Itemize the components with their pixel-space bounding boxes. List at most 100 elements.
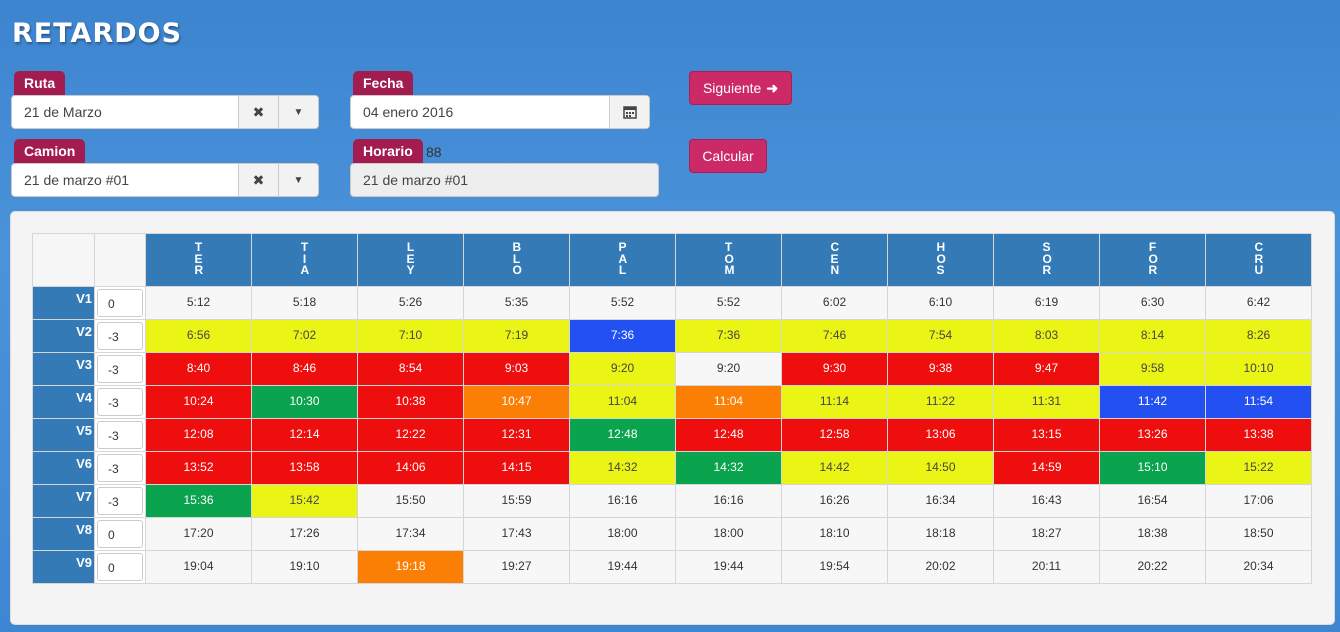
clear-icon[interactable]: ✖: [238, 164, 278, 196]
stop-header-label: CEN: [830, 240, 840, 277]
time-cell: 7:19: [463, 319, 570, 353]
trip-label: V3: [32, 352, 95, 386]
trip-label: V2: [32, 319, 95, 353]
camion-label: Camion: [14, 139, 86, 165]
time-cell: 19:27: [463, 550, 570, 584]
time-cell: 16:54: [1099, 484, 1206, 518]
trip-label: V4: [32, 385, 95, 419]
time-cell: 9:30: [781, 352, 888, 386]
time-cell: 17:06: [1205, 484, 1312, 518]
time-cell: 18:00: [569, 517, 676, 551]
time-cell: 17:34: [357, 517, 464, 551]
calcular-button[interactable]: Calcular: [689, 139, 767, 173]
time-cell: 5:52: [569, 286, 676, 320]
offset-input[interactable]: 0: [97, 289, 143, 317]
time-cell: 18:18: [887, 517, 994, 551]
offset-cell: -3: [94, 352, 146, 386]
stop-header: TOM: [675, 233, 782, 287]
time-cell: 12:14: [251, 418, 358, 452]
schedule-table: TER TIA LEY BLO PAL TOM CEN HOS SOR FOR CRU V1 0 5:1…: [32, 233, 1312, 584]
time-cell: 10:30: [251, 385, 358, 419]
siguiente-button[interactable]: Siguiente ➜: [689, 71, 792, 105]
time-cell: 13:58: [251, 451, 358, 485]
time-cell: 11:31: [993, 385, 1100, 419]
time-cell: 18:10: [781, 517, 888, 551]
offset-cell: 0: [94, 550, 146, 584]
horario-count: 88: [426, 144, 442, 160]
time-cell: 8:54: [357, 352, 464, 386]
stop-header-label: CRU: [1254, 240, 1264, 277]
ruta-select[interactable]: 21 de Marzo ✖ ▼: [11, 95, 319, 129]
offset-input[interactable]: -3: [97, 454, 143, 482]
table-row: V8 0 17:20 17:26 17:34 17:43 18:00 18:00 18:10 18…: [32, 517, 1312, 551]
time-cell: 14:06: [357, 451, 464, 485]
time-cell: 9:03: [463, 352, 570, 386]
time-cell: 16:43: [993, 484, 1100, 518]
offset-input[interactable]: 0: [97, 520, 143, 548]
offset-input[interactable]: -3: [97, 355, 143, 383]
time-cell: 10:10: [1205, 352, 1312, 386]
time-cell: 13:06: [887, 418, 994, 452]
trip-label: V1: [32, 286, 95, 320]
time-cell: 14:50: [887, 451, 994, 485]
time-cell: 5:52: [675, 286, 782, 320]
time-cell: 15:10: [1099, 451, 1206, 485]
stop-header: BLO: [463, 233, 570, 287]
camion-value: 21 de marzo #01: [24, 172, 130, 188]
fecha-input[interactable]: 04 enero 2016: [350, 95, 650, 129]
trip-label: V6: [32, 451, 95, 485]
time-cell: 20:11: [993, 550, 1100, 584]
time-cell: 16:34: [887, 484, 994, 518]
time-cell: 11:42: [1099, 385, 1206, 419]
time-cell: 15:36: [145, 484, 252, 518]
header-offset: [94, 233, 146, 287]
time-cell: 10:24: [145, 385, 252, 419]
clear-icon[interactable]: ✖: [238, 96, 278, 128]
time-cell: 20:22: [1099, 550, 1206, 584]
time-cell: 13:38: [1205, 418, 1312, 452]
stop-header: TIA: [251, 233, 358, 287]
table-row: V3 -3 8:40 8:46 8:54 9:03 9:20 9:20 9:30 9:38 9:47…: [32, 352, 1312, 386]
header-corner: [32, 233, 95, 287]
time-cell: 9:20: [569, 352, 676, 386]
time-cell: 7:36: [675, 319, 782, 353]
time-cell: 15:42: [251, 484, 358, 518]
time-cell: 13:15: [993, 418, 1100, 452]
time-cell: 9:58: [1099, 352, 1206, 386]
offset-cell: -3: [94, 385, 146, 419]
camion-select[interactable]: 21 de marzo #01 ✖ ▼: [11, 163, 319, 197]
time-cell: 20:02: [887, 550, 994, 584]
time-cell: 18:27: [993, 517, 1100, 551]
page-title: RETARDOS: [12, 18, 183, 49]
offset-cell: -3: [94, 319, 146, 353]
chevron-down-icon[interactable]: ▼: [278, 96, 318, 128]
calendar-icon[interactable]: [609, 96, 649, 128]
offset-input[interactable]: -3: [97, 421, 143, 449]
time-cell: 7:54: [887, 319, 994, 353]
stop-header: CEN: [781, 233, 888, 287]
offset-input[interactable]: -3: [97, 487, 143, 515]
time-cell: 9:20: [675, 352, 782, 386]
chevron-down-icon[interactable]: ▼: [278, 164, 318, 196]
offset-input[interactable]: -3: [97, 322, 143, 350]
time-cell: 12:31: [463, 418, 570, 452]
time-cell: 9:47: [993, 352, 1100, 386]
time-cell: 19:54: [781, 550, 888, 584]
time-cell: 15:59: [463, 484, 570, 518]
time-cell: 6:02: [781, 286, 888, 320]
stop-header: LEY: [357, 233, 464, 287]
offset-input[interactable]: 0: [97, 553, 143, 581]
time-cell: 12:58: [781, 418, 888, 452]
time-cell: 19:10: [251, 550, 358, 584]
time-cell: 5:18: [251, 286, 358, 320]
time-cell: 14:15: [463, 451, 570, 485]
time-cell: 11:04: [569, 385, 676, 419]
offset-input[interactable]: -3: [97, 388, 143, 416]
table-row: V1 0 5:12 5:18 5:26 5:35 5:52 5:52 6:02 6:10 6:19 6…: [32, 286, 1312, 320]
offset-cell: -3: [94, 418, 146, 452]
horario-field: 21 de marzo #01: [350, 163, 659, 197]
time-cell: 12:48: [675, 418, 782, 452]
stop-header: PAL: [569, 233, 676, 287]
time-cell: 17:43: [463, 517, 570, 551]
offset-cell: -3: [94, 484, 146, 518]
